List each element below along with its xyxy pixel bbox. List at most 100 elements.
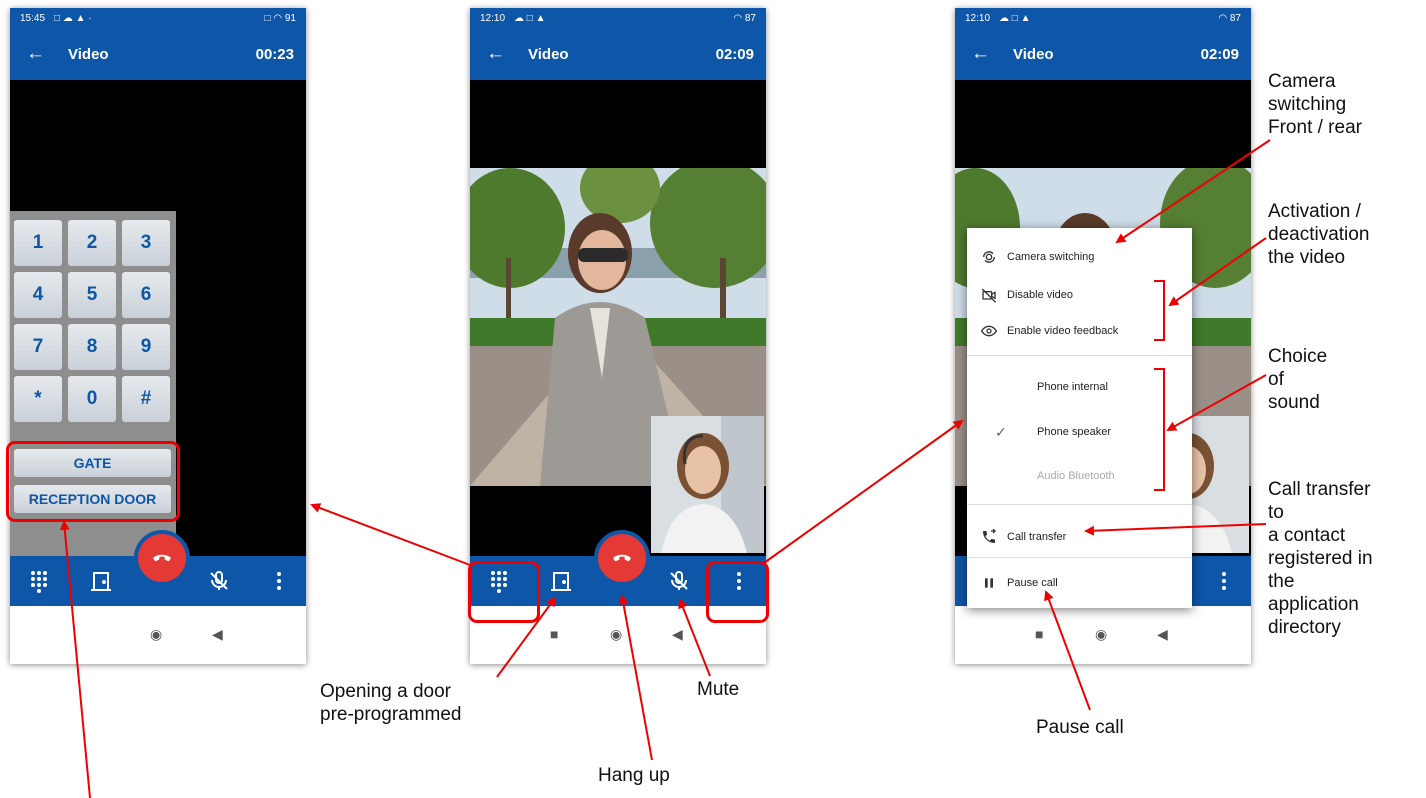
app-bar: ← Video 02:09 xyxy=(470,30,766,80)
annotation-line: the xyxy=(1268,571,1295,592)
phone-screen-keypad: 15:45 □ ☁ ▲ · □ ◠ 91 ← Video 00:23 1 2 3… xyxy=(10,8,306,664)
back-nav-icon[interactable]: ◀ xyxy=(1157,626,1168,642)
phone-screen-menu: 12:10 ☁ □ ▲ ◠ 87 ← Video 02:09 ■ ◉ ◀ Cam… xyxy=(955,8,1251,664)
menu-label: Camera switching xyxy=(1007,251,1095,263)
phone-hangup-icon xyxy=(613,554,631,562)
hangup-button[interactable] xyxy=(594,530,650,586)
recents-nav-icon[interactable]: ■ xyxy=(550,626,558,642)
annotation-line: Opening a door xyxy=(320,681,451,702)
menu-label: Disable video xyxy=(1007,289,1074,301)
call-transfer-icon xyxy=(983,529,996,543)
annotation-line: application xyxy=(1268,594,1359,615)
home-nav-icon[interactable]: ◉ xyxy=(150,626,162,642)
back-arrow-icon[interactable]: ← xyxy=(971,43,990,65)
more-menu-highlight xyxy=(706,561,769,623)
annotation-activation: Activation / deactivation the video xyxy=(1268,200,1369,269)
annotation-line: Activation / xyxy=(1268,201,1361,222)
call-toolbar xyxy=(10,530,306,606)
menu-label: Phone speaker xyxy=(1037,426,1111,438)
status-time: 12:10 xyxy=(480,13,506,24)
menu-label: Enable video feedback xyxy=(1007,325,1119,337)
menu-item-phone-internal[interactable]: Phone internal xyxy=(967,372,1192,402)
key-0[interactable]: 0 xyxy=(68,376,116,422)
key-9[interactable]: 9 xyxy=(122,324,170,370)
back-nav-icon[interactable]: ◀ xyxy=(672,626,683,642)
back-nav-icon[interactable]: ◀ xyxy=(212,626,223,642)
menu-item-call-transfer[interactable]: Call transfer xyxy=(967,522,1192,552)
menu-item-pause-call[interactable]: Pause call xyxy=(967,568,1192,598)
annotation-line: a contact xyxy=(1268,525,1346,546)
checkmark-icon: ✓ xyxy=(995,424,1007,440)
key-hash[interactable]: # xyxy=(122,376,170,422)
key-4[interactable]: 4 xyxy=(14,272,62,318)
status-right-icons: ◠ 87 xyxy=(733,13,756,24)
arrow-dialpad xyxy=(310,503,471,566)
key-star[interactable]: * xyxy=(14,376,62,422)
annotation-mute: Mute xyxy=(697,679,740,700)
mic-off-icon[interactable] xyxy=(666,568,692,594)
key-5[interactable]: 5 xyxy=(68,272,116,318)
mic-off-icon[interactable] xyxy=(206,568,232,594)
menu-label: Pause call xyxy=(1007,577,1058,589)
dialpad-highlight xyxy=(468,561,540,623)
hangup-button[interactable] xyxy=(134,530,190,586)
annotation-line: directory xyxy=(1268,617,1341,638)
more-vertical-icon[interactable] xyxy=(266,568,292,594)
back-arrow-icon[interactable]: ← xyxy=(486,43,505,65)
annotation-line: the video xyxy=(1268,247,1346,268)
home-nav-icon[interactable]: ◉ xyxy=(610,626,622,642)
key-1[interactable]: 1 xyxy=(14,220,62,266)
annotation-line: to xyxy=(1268,502,1284,523)
door-icon[interactable] xyxy=(88,568,114,594)
annotation-line: Choice xyxy=(1268,346,1328,367)
more-vertical-icon[interactable] xyxy=(1211,568,1237,594)
video-off-icon xyxy=(981,288,997,303)
phone-hangup-icon xyxy=(153,554,171,562)
app-bar: ← Video 02:09 xyxy=(955,30,1251,80)
menu-item-disable-video[interactable]: Disable video xyxy=(967,280,1192,310)
door-icon[interactable] xyxy=(548,568,574,594)
annotation-line: switching xyxy=(1268,94,1347,115)
call-timer: 02:09 xyxy=(715,46,754,63)
menu-item-camera-switching[interactable]: Camera switching xyxy=(967,242,1192,272)
recents-nav-icon[interactable]: ■ xyxy=(1035,626,1043,642)
page-title: Video xyxy=(1013,46,1054,63)
eye-icon xyxy=(981,325,997,337)
annotation-line: Front / rear xyxy=(1268,117,1362,138)
door-buttons-highlight xyxy=(6,441,180,522)
menu-label: Call transfer xyxy=(1007,531,1067,543)
annotation-line: sound xyxy=(1268,392,1320,413)
annotation-choice-of-sound: Choice of sound xyxy=(1268,345,1327,414)
status-icons: ☁ □ ▲ xyxy=(999,13,1031,24)
menu-label: Phone internal xyxy=(1037,381,1108,393)
page-title: Video xyxy=(528,46,569,63)
call-timer: 02:09 xyxy=(1200,46,1239,63)
status-icons: □ ☁ ▲ · xyxy=(54,13,92,24)
menu-label: Audio Bluetooth xyxy=(1037,470,1115,482)
status-icons: ☁ □ ▲ xyxy=(514,13,546,24)
menu-item-phone-speaker[interactable]: ✓ Phone speaker xyxy=(967,417,1192,447)
annotation-line: deactivation xyxy=(1268,224,1370,245)
key-8[interactable]: 8 xyxy=(68,324,116,370)
menu-item-enable-video-feedback[interactable]: Enable video feedback xyxy=(967,316,1192,346)
annotation-line: pre-programmed xyxy=(320,704,462,725)
menu-divider xyxy=(967,355,1192,356)
annotation-line: of xyxy=(1268,369,1284,390)
back-arrow-icon[interactable]: ← xyxy=(26,43,45,65)
key-7[interactable]: 7 xyxy=(14,324,62,370)
android-nav-bar: ■ ◉ ◀ xyxy=(955,606,1251,664)
key-3[interactable]: 3 xyxy=(122,220,170,266)
status-right-icons: ◠ 87 xyxy=(1218,13,1241,24)
status-right-icons: □ ◠ 91 xyxy=(264,13,296,24)
key-6[interactable]: 6 xyxy=(122,272,170,318)
self-view-pip xyxy=(651,416,764,553)
page-title: Video xyxy=(68,46,109,63)
menu-item-audio-bluetooth[interactable]: Audio Bluetooth xyxy=(967,461,1192,491)
annotation-line: Call transfer xyxy=(1268,479,1371,500)
home-nav-icon[interactable]: ◉ xyxy=(1095,626,1107,642)
dialpad-icon[interactable] xyxy=(26,568,52,594)
key-2[interactable]: 2 xyxy=(68,220,116,266)
status-bar: 12:10 ☁ □ ▲ ◠ 87 xyxy=(470,8,766,30)
camera-switch-icon xyxy=(983,251,995,263)
menu-divider xyxy=(967,557,1192,558)
